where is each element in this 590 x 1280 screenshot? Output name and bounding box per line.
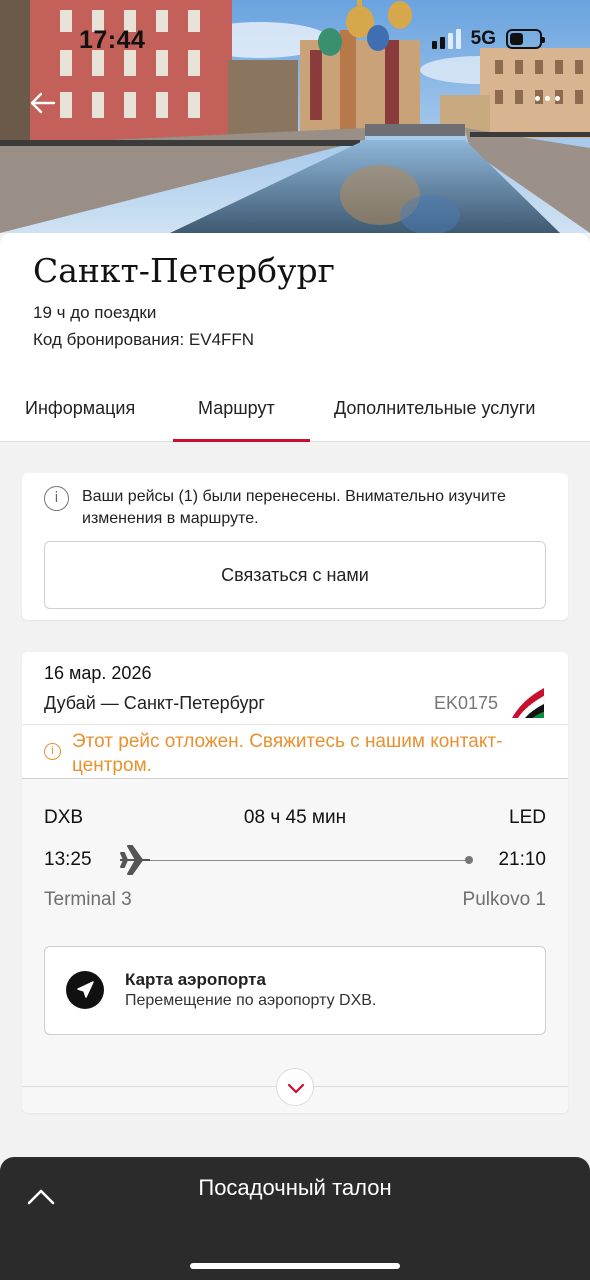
flight-card: 16 мар. 2026 Дубай — Санкт-Петербург EK0… xyxy=(22,652,568,1113)
flight-segment: DXB 08 ч 45 мин LED 13:25 21:10 Terminal… xyxy=(22,778,568,1113)
home-indicator xyxy=(190,1263,400,1269)
warning-info-icon: i xyxy=(44,743,61,760)
departure-terminal: Terminal 3 xyxy=(44,889,132,910)
navigation-arrow-icon xyxy=(66,971,104,1009)
flight-delay-warning: Этот рейс отложен. Свяжитесь с нашим кон… xyxy=(72,731,503,776)
status-bar-indicators: 5G xyxy=(431,28,545,50)
active-tab-indicator xyxy=(173,439,310,442)
divider xyxy=(22,724,568,725)
notice-text: Ваши рейсы (1) были перенесены. Внимател… xyxy=(82,488,506,527)
airport-map-subtitle: Перемещение по аэропорту DXB. xyxy=(125,992,377,1009)
airport-map-title: Карта аэропорта xyxy=(125,970,266,989)
status-bar-time: 17:44 xyxy=(79,26,146,54)
info-icon: i xyxy=(44,486,69,511)
tab-extra-services[interactable]: Дополнительные услуги xyxy=(334,398,535,419)
tab-info[interactable]: Информация xyxy=(25,398,135,419)
back-arrow-icon[interactable] xyxy=(28,88,58,118)
network-type: 5G xyxy=(470,28,496,49)
trip-tabs: Информация Маршрут Дополнительные услуги xyxy=(0,388,590,442)
arrival-terminal: Pulkovo 1 xyxy=(462,889,546,910)
airline-logo-icon xyxy=(512,688,545,719)
airplane-icon xyxy=(120,845,150,875)
destination-airport-code: LED xyxy=(509,807,546,828)
schedule-change-notice: i Ваши рейсы (1) были перенесены. Внимат… xyxy=(22,473,568,620)
flight-route: Дубай — Санкт-Петербург xyxy=(44,693,265,713)
tab-itinerary[interactable]: Маршрут xyxy=(198,398,275,419)
chevron-down-icon xyxy=(287,1083,305,1094)
more-options-icon[interactable] xyxy=(535,96,560,101)
departure-time: 13:25 xyxy=(44,849,92,870)
cellular-signal-icon xyxy=(431,29,461,49)
boarding-pass-bar[interactable]: Посадочный талон xyxy=(0,1157,590,1280)
time-until-trip: 19 ч до поездки xyxy=(33,303,157,322)
contact-us-button[interactable]: Связаться с нами xyxy=(44,541,546,609)
trip-header: Санкт-Петербург 19 ч до поездки Код брон… xyxy=(0,233,590,442)
boarding-pass-title: Посадочный талон xyxy=(198,1175,392,1200)
flight-number: EK0175 xyxy=(433,693,498,713)
booking-code: Код бронирования: EV4FFN xyxy=(33,330,255,349)
flight-progress-line xyxy=(150,860,468,861)
arrival-time: 21:10 xyxy=(498,849,546,870)
destination-hero-image: 17:44 5G xyxy=(0,0,590,233)
flight-duration: 08 ч 45 мин xyxy=(243,807,347,828)
expand-chevron-button[interactable] xyxy=(276,1068,314,1106)
arrival-dot xyxy=(465,856,473,864)
flight-date: 16 мар. 2026 xyxy=(44,663,152,683)
destination-city: Санкт-Петербург xyxy=(33,251,335,290)
battery-icon xyxy=(506,29,545,49)
airport-map-button[interactable]: Карта аэропорта Перемещение по аэропорту… xyxy=(44,946,546,1035)
